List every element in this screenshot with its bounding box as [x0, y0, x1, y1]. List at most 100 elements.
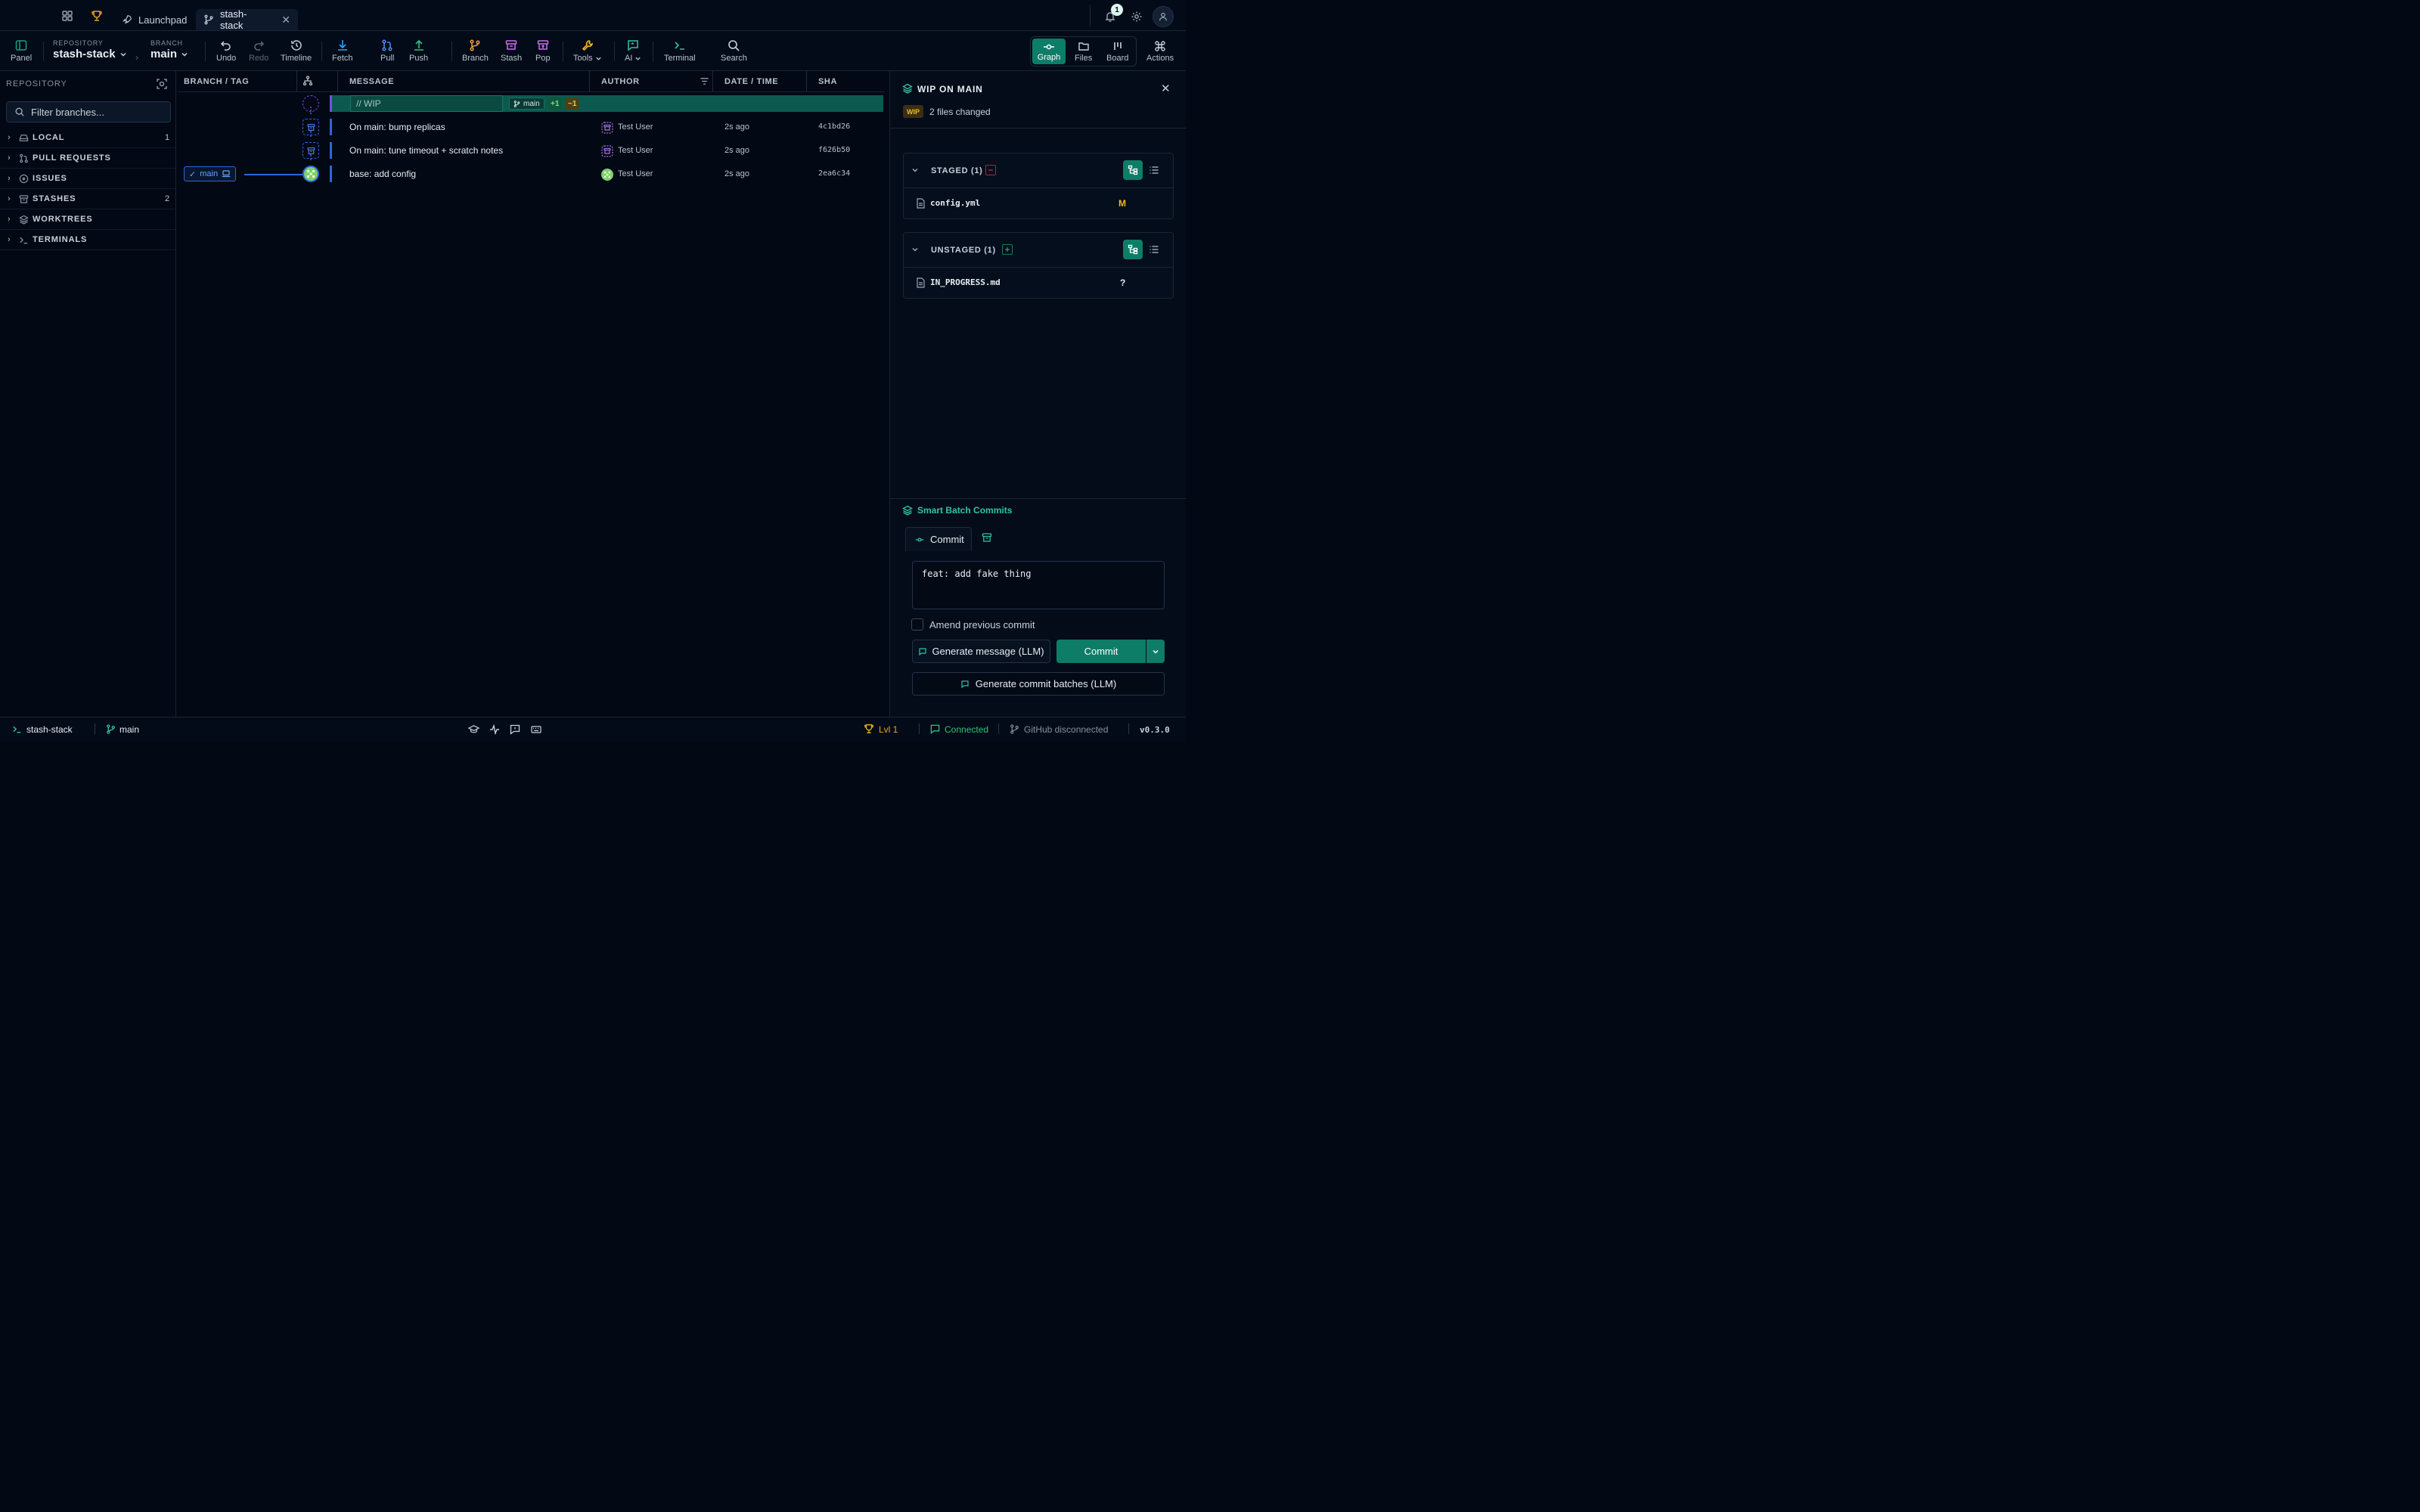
chevron-down-icon: [181, 51, 188, 58]
stage-all-button[interactable]: +: [1002, 244, 1013, 255]
panel-button[interactable]: Panel: [11, 39, 32, 63]
chevron-down-icon[interactable]: [911, 166, 919, 174]
smart-batch-commits-link[interactable]: Smart Batch Commits: [917, 505, 1012, 516]
commit-sha[interactable]: f626b50: [818, 146, 850, 154]
wip-modified-badge: ~1: [565, 98, 580, 110]
wip-node[interactable]: [302, 95, 319, 112]
view-board-button[interactable]: Board: [1106, 40, 1128, 63]
file-row[interactable]: IN_PROGRESS.md ?: [904, 268, 1173, 298]
status-repository[interactable]: stash-stack: [26, 724, 73, 735]
timeline-button[interactable]: Timeline: [281, 39, 312, 63]
list-view-button[interactable]: [1144, 240, 1164, 259]
commit-options-dropdown[interactable]: [1146, 640, 1165, 663]
branch-button[interactable]: Branch: [462, 39, 489, 63]
tab-launchpad[interactable]: Launchpad: [114, 9, 194, 30]
sidebar-item-pull-requests[interactable]: › PULL REQUESTS: [0, 148, 176, 169]
archive-icon[interactable]: [982, 532, 992, 543]
wip-row-marker: [330, 95, 332, 112]
branch-selector[interactable]: BRANCH main: [150, 39, 188, 60]
view-files-button[interactable]: Files: [1075, 40, 1092, 63]
activity-icon[interactable]: [489, 724, 500, 735]
graph-column-icon[interactable]: [302, 76, 313, 86]
list-view-button[interactable]: [1144, 160, 1164, 180]
tree-view-button[interactable]: [1123, 160, 1143, 180]
file-status: M: [1118, 198, 1126, 209]
stash-node[interactable]: [302, 142, 319, 159]
keyboard-icon[interactable]: [531, 724, 541, 735]
layers-icon: [902, 83, 913, 94]
pop-button[interactable]: Pop: [535, 39, 551, 63]
close-icon[interactable]: ✕: [281, 14, 290, 26]
commit-message[interactable]: On main: tune timeout + scratch notes: [349, 145, 503, 156]
sidebar-item-terminals[interactable]: › TERMINALS: [0, 230, 176, 250]
layers-icon: [902, 505, 913, 516]
avatar[interactable]: [1153, 6, 1174, 27]
wip-added-badge: +1: [548, 98, 563, 110]
filter-branches-input[interactable]: Filter branches...: [6, 101, 171, 122]
actions-button[interactable]: Actions: [1146, 40, 1174, 63]
status-github[interactable]: GitHub disconnected: [1024, 724, 1108, 735]
stash-node[interactable]: [302, 119, 319, 135]
tab-commit[interactable]: Commit: [905, 527, 972, 551]
wip-message-input[interactable]: // WIP: [350, 95, 503, 112]
view-label: Board: [1106, 54, 1129, 63]
commit-node[interactable]: [302, 166, 319, 182]
amend-checkbox[interactable]: [911, 618, 923, 631]
branch-badge-main[interactable]: ✓ main: [184, 166, 237, 181]
filter-icon[interactable]: [700, 76, 709, 86]
fetch-label: Fetch: [332, 54, 353, 63]
message-icon[interactable]: [510, 724, 520, 735]
search-label: Search: [721, 54, 747, 63]
commit-graph: BRANCH / TAG MESSAGE AUTHOR DATE / TIME …: [178, 71, 885, 717]
search-button[interactable]: Search: [721, 39, 747, 63]
redo-button[interactable]: Redo: [249, 39, 268, 63]
sidebar-item-label: WORKTREES: [33, 215, 93, 224]
column-header-author[interactable]: AUTHOR: [601, 71, 640, 91]
commit-sha[interactable]: 4c1bd26: [818, 122, 850, 131]
grid-icon[interactable]: [61, 10, 73, 22]
commit-message[interactable]: On main: bump replicas: [349, 122, 445, 132]
stash-button[interactable]: Stash: [501, 39, 522, 63]
tab-stash-stack[interactable]: stash-stack ✕: [196, 8, 298, 31]
generate-batches-button[interactable]: Generate commit batches (LLM): [912, 672, 1165, 696]
chevron-right-icon: ›: [8, 235, 11, 244]
sidebar-item-local[interactable]: › LOCAL 1: [0, 128, 176, 148]
sidebar-item-stashes[interactable]: › STASHES 2: [0, 189, 176, 209]
gear-icon[interactable]: [1131, 11, 1143, 23]
close-icon[interactable]: ✕: [1161, 82, 1171, 95]
status-level[interactable]: Lvl 1: [879, 724, 898, 735]
fetch-button[interactable]: Fetch: [332, 39, 353, 63]
repository-selector[interactable]: REPOSITORY stash-stack: [53, 39, 127, 60]
trophy-icon[interactable]: [91, 10, 103, 22]
chevron-down-icon[interactable]: [911, 246, 919, 253]
chevron-down-icon: [119, 51, 127, 58]
column-header-branch-tag[interactable]: BRANCH / TAG: [184, 71, 249, 91]
commit-message[interactable]: base: add config: [349, 169, 416, 179]
generate-message-button[interactable]: Generate message (LLM): [912, 640, 1050, 663]
terminal-button[interactable]: Terminal: [664, 39, 696, 63]
graduation-cap-icon[interactable]: [468, 724, 479, 735]
file-row[interactable]: config.yml M: [904, 188, 1173, 218]
tools-button[interactable]: Tools: [573, 39, 602, 63]
command-icon: [1154, 40, 1166, 52]
commit-message-input[interactable]: feat: add fake thing: [912, 561, 1165, 609]
column-header-date-time[interactable]: DATE / TIME: [724, 71, 778, 91]
column-header-sha[interactable]: SHA: [818, 71, 837, 91]
status-connected[interactable]: Connected: [945, 724, 988, 735]
sidebar-item-issues[interactable]: › ISSUES: [0, 169, 176, 189]
push-button[interactable]: Push: [409, 39, 428, 63]
column-header-message[interactable]: MESSAGE: [349, 71, 394, 91]
tree-view-button[interactable]: [1123, 240, 1143, 259]
pull-button[interactable]: Pull: [380, 39, 394, 63]
archive-icon: [19, 194, 29, 204]
unstage-all-button[interactable]: −: [985, 165, 996, 175]
sidebar-item-worktrees[interactable]: › WORKTREES: [0, 209, 176, 230]
status-branch[interactable]: main: [119, 724, 139, 735]
focus-icon[interactable]: [156, 78, 168, 90]
view-graph-button[interactable]: Graph: [1032, 39, 1066, 64]
ai-button[interactable]: AI: [625, 39, 641, 63]
commit-button[interactable]: Commit: [1056, 640, 1146, 663]
kanban-icon: [1112, 40, 1124, 52]
commit-sha[interactable]: 2ea6c34: [818, 169, 850, 178]
undo-button[interactable]: Undo: [216, 39, 236, 63]
